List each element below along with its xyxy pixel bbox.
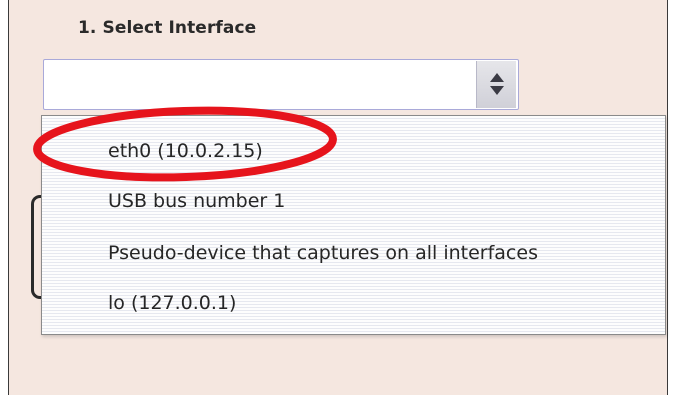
option-lo[interactable]: lo (127.0.0.1): [108, 292, 236, 314]
up-down-arrows-icon: [490, 73, 504, 95]
section-title: 1. Select Interface: [78, 18, 257, 38]
interface-dropdown-list: eth0 (10.0.2.15) USB bus number 1 Pseudo…: [41, 115, 666, 335]
select-toggle-button[interactable]: [476, 61, 516, 108]
option-usb-bus[interactable]: USB bus number 1: [108, 190, 285, 212]
option-eth0[interactable]: eth0 (10.0.2.15): [108, 140, 263, 162]
option-any-pseudo-device[interactable]: Pseudo-device that captures on all inter…: [108, 242, 538, 264]
interface-select[interactable]: [43, 59, 519, 110]
